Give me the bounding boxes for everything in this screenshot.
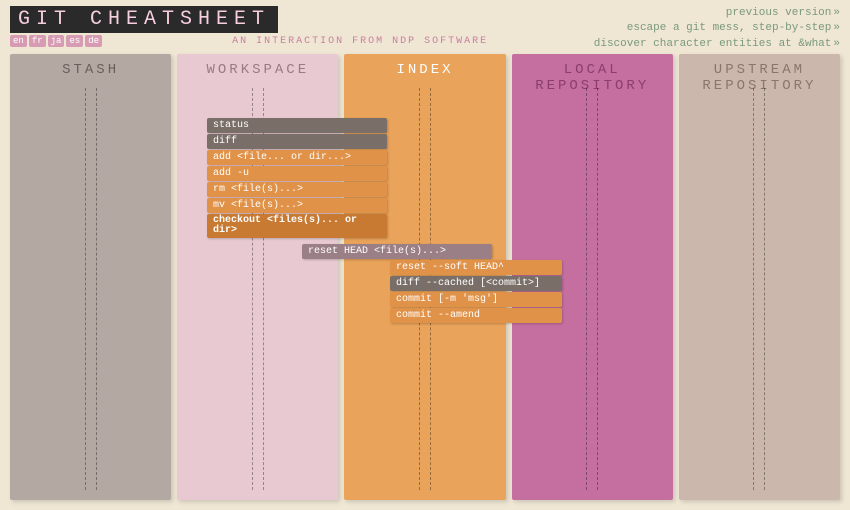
cmd-add-file[interactable]: add <file... or dir...> bbox=[207, 150, 387, 165]
cmd-commit[interactable]: commit [-m 'msg'] bbox=[390, 292, 562, 307]
col-title-index: INDEX bbox=[344, 54, 505, 82]
col-title-workspace: WORKSPACE bbox=[177, 54, 338, 82]
page-subtitle: AN INTERACTION FROM NDP SOFTWARE bbox=[232, 36, 488, 47]
link-andwhat[interactable]: discover character entities at &what bbox=[594, 37, 840, 52]
cmd-rm[interactable]: rm <file(s)...> bbox=[207, 182, 387, 197]
cmd-diff[interactable]: diff bbox=[207, 134, 387, 149]
lang-es[interactable]: es bbox=[66, 35, 83, 47]
cmd-checkout[interactable]: checkout <files(s)... or dir> bbox=[207, 214, 387, 238]
lang-fr[interactable]: fr bbox=[29, 35, 46, 47]
col-stash[interactable]: STASH bbox=[10, 54, 171, 500]
col-track bbox=[586, 88, 598, 490]
lang-en[interactable]: en bbox=[10, 35, 27, 47]
link-escape-git-mess[interactable]: escape a git mess, step-by-step bbox=[594, 21, 840, 36]
link-previous-version[interactable]: previous version bbox=[594, 6, 840, 21]
cmd-reset-soft[interactable]: reset --soft HEAD^ bbox=[390, 260, 562, 275]
cmd-status[interactable]: status bbox=[207, 118, 387, 133]
cmd-commit-amend[interactable]: commit --amend bbox=[390, 308, 562, 323]
col-track bbox=[85, 88, 97, 490]
cmd-diff-cached[interactable]: diff --cached [<commit>] bbox=[390, 276, 562, 291]
cmd-mv[interactable]: mv <file(s)...> bbox=[207, 198, 387, 213]
header-links: previous version escape a git mess, step… bbox=[594, 6, 840, 52]
language-switcher: en fr ja es de bbox=[10, 35, 102, 47]
cmd-add-u[interactable]: add -u bbox=[207, 166, 387, 181]
col-title-stash: STASH bbox=[10, 54, 171, 82]
col-upstream-repo[interactable]: UPSTREAM REPOSITORY bbox=[679, 54, 840, 500]
col-track bbox=[753, 88, 765, 490]
lang-de[interactable]: de bbox=[85, 35, 102, 47]
page-title: GIT CHEATSHEET bbox=[10, 6, 278, 33]
lang-ja[interactable]: ja bbox=[48, 35, 65, 47]
cmd-reset-head[interactable]: reset HEAD <file(s)...> bbox=[302, 244, 492, 259]
